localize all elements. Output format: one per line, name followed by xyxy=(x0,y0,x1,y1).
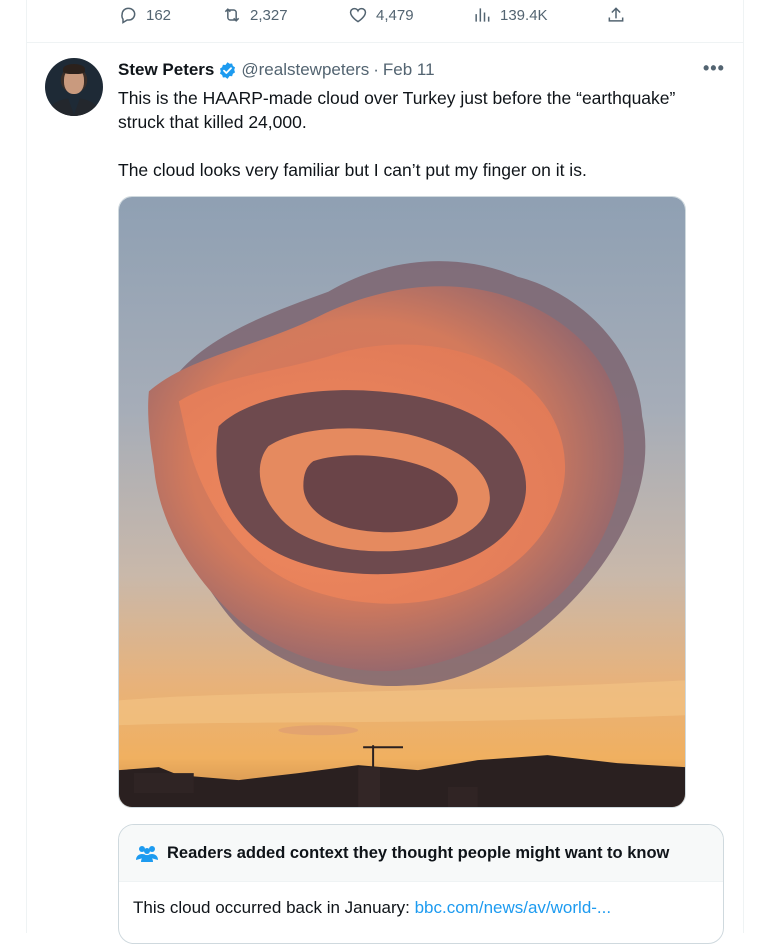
people-icon xyxy=(136,846,158,862)
retweet-icon xyxy=(224,8,240,22)
retweet-button[interactable]: 2,327 xyxy=(222,5,288,25)
views-count: 139.4K xyxy=(500,6,548,24)
tweet-header: Stew Peters @realstewpeters · Feb 11 xyxy=(118,60,435,80)
tweet-action-bar: 162 2,327 4,479 139.4K xyxy=(0,0,782,32)
verified-badge-icon xyxy=(220,61,236,79)
like-icon xyxy=(349,7,367,23)
community-note-title: Readers added context they thought peopl… xyxy=(167,843,670,862)
tweet-text-paragraph: The cloud looks very familiar but I can’… xyxy=(118,160,587,180)
views-icon xyxy=(475,8,490,22)
tweet-photo[interactable] xyxy=(118,196,686,808)
share-button[interactable] xyxy=(606,5,626,25)
community-note-body: This cloud occurred back in January: bbc… xyxy=(119,882,723,934)
views-button[interactable]: 139.4K xyxy=(472,5,548,25)
like-button[interactable]: 4,479 xyxy=(348,5,414,25)
reply-icon xyxy=(121,7,136,24)
author-name[interactable]: Stew Peters xyxy=(118,60,214,80)
author-handle[interactable]: @realstewpeters xyxy=(241,60,369,80)
community-note-link[interactable]: bbc.com/news/av/world-... xyxy=(415,898,612,917)
tweet-text-paragraph: This is the HAARP-made cloud over Turkey… xyxy=(118,88,676,132)
like-count: 4,479 xyxy=(376,6,414,24)
community-note-header: Readers added context they thought peopl… xyxy=(119,825,723,882)
community-note[interactable]: Readers added context they thought peopl… xyxy=(118,824,724,944)
avatar[interactable] xyxy=(45,58,103,116)
reply-button[interactable]: 162 xyxy=(118,5,171,25)
tweet-text: This is the HAARP-made cloud over Turkey… xyxy=(118,86,718,182)
divider xyxy=(26,42,744,43)
reply-count: 162 xyxy=(146,6,172,24)
community-note-text: This cloud occurred back in January: xyxy=(133,898,415,917)
share-icon xyxy=(608,7,624,22)
tweet-date[interactable]: Feb 11 xyxy=(383,60,435,80)
separator-dot: · xyxy=(373,60,379,79)
retweet-count: 2,327 xyxy=(250,6,288,24)
more-icon[interactable]: ••• xyxy=(703,58,725,79)
